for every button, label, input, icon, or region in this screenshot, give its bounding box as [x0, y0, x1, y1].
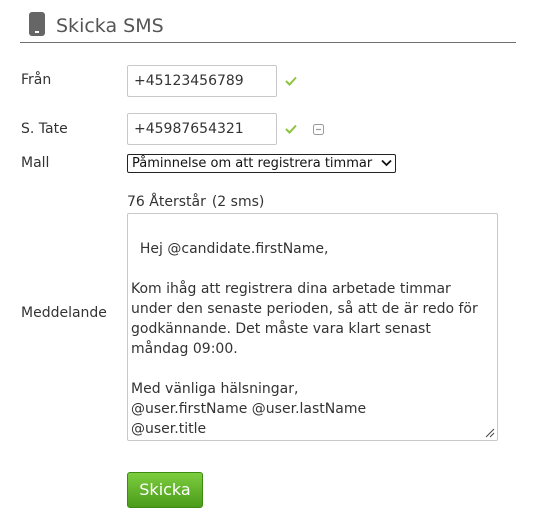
check-icon — [285, 124, 297, 134]
sms-count: (2 sms) — [211, 194, 265, 210]
mobile-phone-icon — [29, 12, 45, 36]
recipient-number-input[interactable] — [127, 113, 277, 145]
message-text: Hej @candidate.firstName, Kom ihåg att r… — [131, 241, 478, 437]
check-icon — [285, 76, 297, 86]
template-selected-value: Påminnelse om att registrera timmar — [132, 156, 373, 171]
from-label: Från — [21, 72, 52, 88]
remove-recipient-icon[interactable] — [313, 124, 324, 135]
page-title: Skicka SMS — [56, 15, 164, 37]
character-counter: 76 Återstår (2 sms) — [127, 194, 264, 210]
message-textarea[interactable]: Hej @candidate.firstName, Kom ihåg att r… — [127, 213, 498, 441]
characters-remaining: 76 Återstår — [127, 194, 206, 210]
message-label: Meddelande — [21, 305, 107, 321]
template-select[interactable]: Påminnelse om att registrera timmar — [127, 154, 396, 173]
send-button[interactable]: Skicka — [127, 472, 203, 508]
from-number-input[interactable] — [127, 65, 277, 97]
recipient-label: S. Tate — [21, 121, 68, 137]
chevron-down-icon — [381, 159, 392, 167]
page-header: Skicka SMS — [20, 12, 516, 43]
template-label: Mall — [21, 155, 50, 171]
resize-handle-icon[interactable] — [485, 428, 495, 438]
